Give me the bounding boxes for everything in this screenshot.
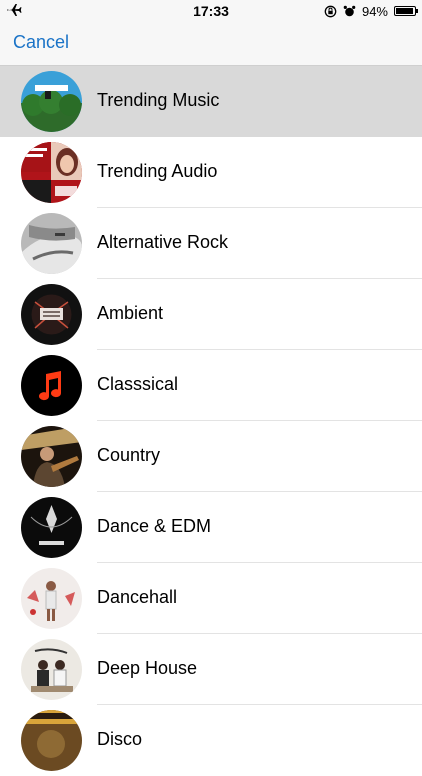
genre-label: Alternative Rock bbox=[97, 232, 229, 252]
genre-label: Dance & EDM bbox=[97, 516, 212, 536]
genre-label: Dancehall bbox=[97, 587, 178, 607]
genre-label: Disco bbox=[97, 729, 143, 749]
genre-row-alternative-rock[interactable]: Alternative Rock bbox=[0, 208, 422, 279]
disco-album-art bbox=[21, 710, 82, 771]
genre-row-classical[interactable]: Classsical bbox=[0, 350, 422, 421]
genre-row-trending-audio[interactable]: Trending Audio bbox=[0, 137, 422, 208]
battery-fill bbox=[396, 8, 413, 14]
genre-row-trending-music[interactable]: Trending Music bbox=[0, 66, 422, 137]
genre-row-disco[interactable]: Disco bbox=[0, 705, 422, 776]
music-note-icon bbox=[21, 355, 82, 416]
genre-label: Country bbox=[97, 445, 161, 465]
cancel-button[interactable]: Cancel bbox=[13, 32, 69, 53]
dancehall-art bbox=[21, 568, 82, 629]
genre-label: Trending Music bbox=[97, 90, 220, 110]
status-right: 94% bbox=[324, 3, 418, 19]
genre-row-dance-edm[interactable]: Dance & EDM bbox=[0, 492, 422, 563]
crystal-chappell-art bbox=[21, 142, 82, 203]
guitarist-art bbox=[21, 426, 82, 487]
battery-icon bbox=[394, 6, 418, 16]
alarm-icon bbox=[343, 5, 356, 16]
genre-label: Deep House bbox=[97, 658, 198, 678]
genre-row-country[interactable]: Country bbox=[0, 421, 422, 492]
duo-album-art bbox=[21, 639, 82, 700]
rotation-lock-icon bbox=[324, 5, 337, 17]
genre-row-dancehall[interactable]: Dancehall bbox=[0, 563, 422, 634]
genre-label: Trending Audio bbox=[97, 161, 218, 181]
genre-row-ambient[interactable]: Ambient bbox=[0, 279, 422, 350]
dark-album-art bbox=[21, 284, 82, 345]
genre-label: Classsical bbox=[97, 374, 179, 394]
genre-row-deep-house[interactable]: Deep House bbox=[0, 634, 422, 705]
battery-percent: 94% bbox=[361, 3, 388, 19]
hands-bw-art bbox=[21, 213, 82, 274]
genre-label: Ambient bbox=[97, 303, 164, 323]
genre-list: Trending Music Trending Audio Alternativ… bbox=[0, 66, 422, 776]
broccoli-album-art bbox=[21, 71, 82, 132]
nav-bar: Cancel bbox=[0, 22, 422, 66]
illenium-art bbox=[21, 497, 82, 558]
status-bar: 17:33 94% bbox=[0, 0, 422, 22]
